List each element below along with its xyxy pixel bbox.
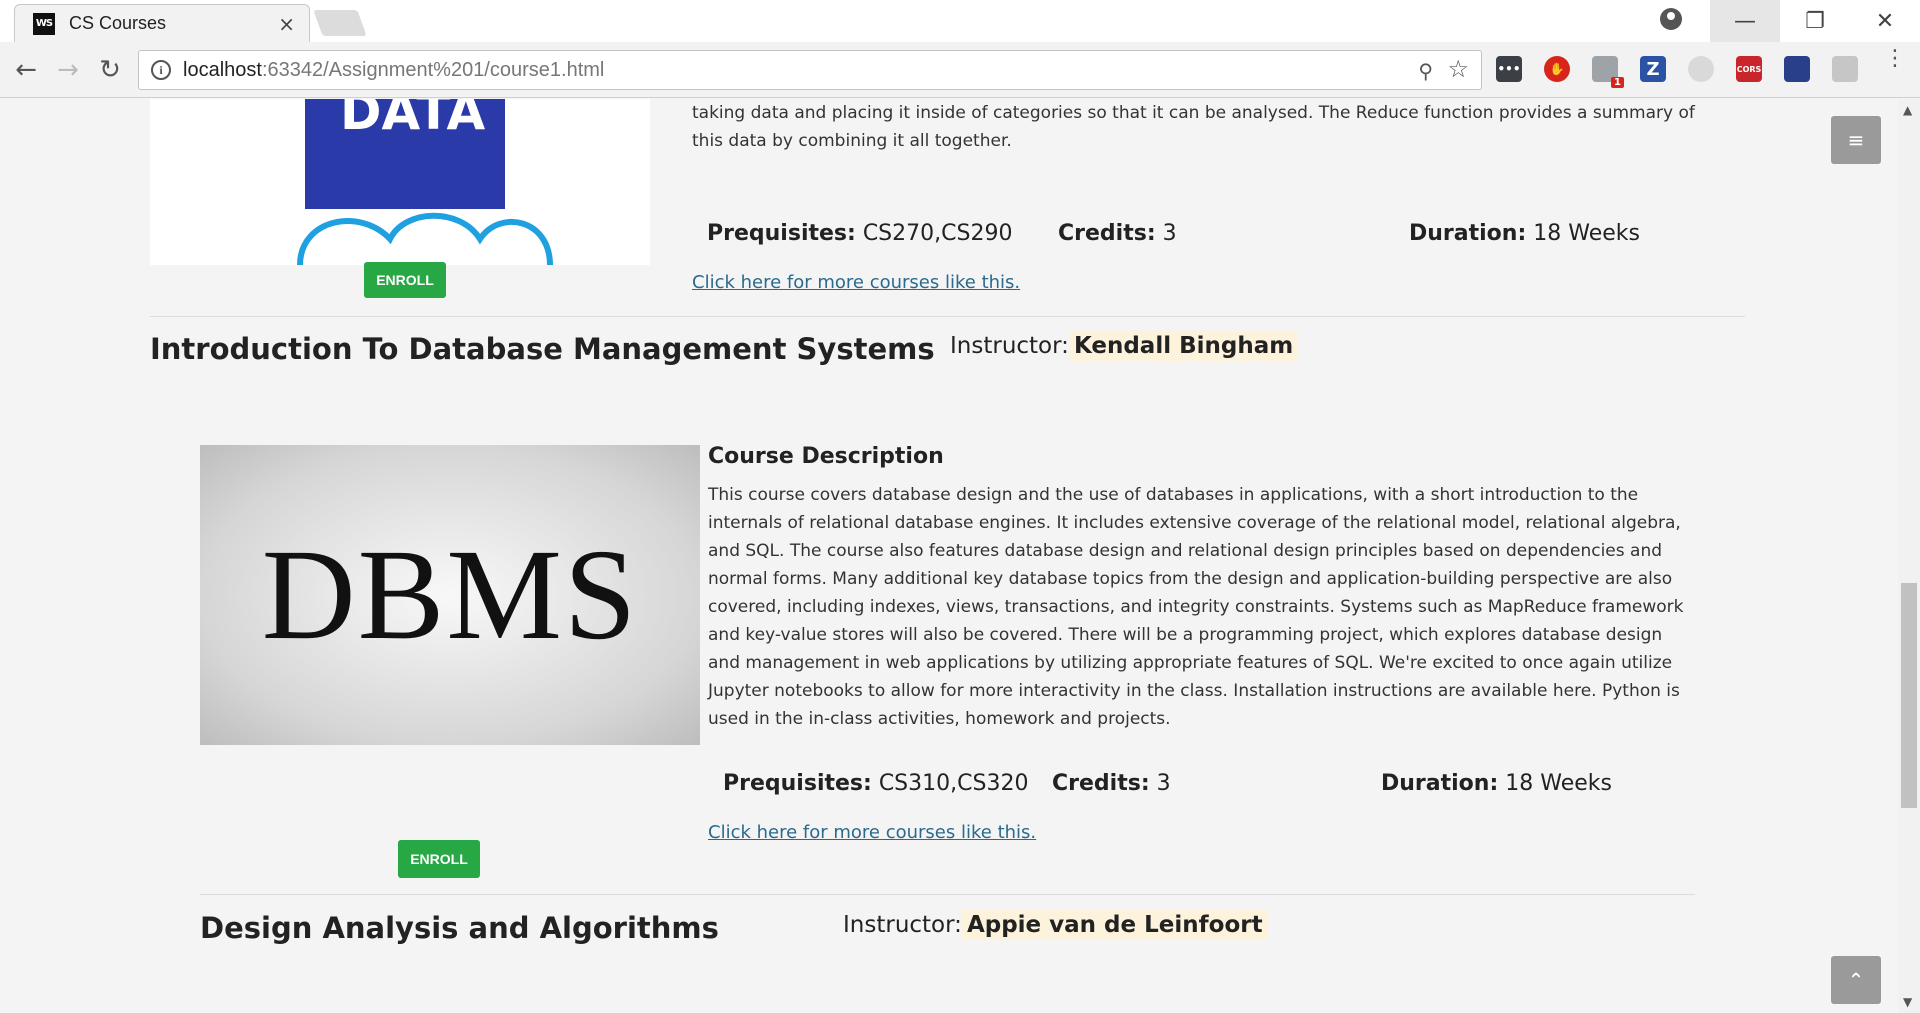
tab-close-icon[interactable]: ×	[278, 12, 295, 36]
profile-icon[interactable]	[1660, 8, 1682, 30]
course1-enroll-button[interactable]: ENROLL	[364, 262, 446, 298]
course2-more-courses-link[interactable]: Click here for more courses like this.	[708, 822, 1036, 843]
scroll-down-arrow-icon[interactable]: ▼	[1903, 995, 1912, 1009]
back-arrow-icon[interactable]: ←	[10, 54, 42, 86]
course3-instructor: Instructor: Appie van de Leinfoort	[843, 910, 1268, 940]
page-scrollbar[interactable]: ▲ ▼	[1898, 99, 1920, 1013]
hamburger-menu-button[interactable]: ≡	[1831, 116, 1881, 164]
browser-menu-icon[interactable]: ⋮	[1884, 48, 1906, 70]
course2-instructor-name: Kendall Bingham	[1068, 331, 1299, 361]
zotero-icon[interactable]: Z	[1640, 56, 1666, 82]
menu-icon: ≡	[1847, 128, 1865, 152]
extension-dots-icon[interactable]: •••	[1496, 56, 1522, 82]
course2-prerequisites: Prequisites: CS310,CS320	[723, 771, 1029, 796]
tab-strip: WS CS Courses × — ❐ ✕	[0, 0, 1920, 42]
bookmark-star-icon[interactable]: ☆	[1447, 55, 1469, 83]
svg-text:DATA: DATA	[340, 99, 486, 141]
data-cloud-illustration: DATA	[297, 99, 553, 265]
forward-arrow-icon[interactable]: →	[52, 54, 84, 86]
reload-icon[interactable]: ↻	[94, 54, 126, 86]
course2-instructor: Instructor: Kendall Bingham	[950, 331, 1299, 361]
extension-badge: 1	[1611, 77, 1624, 88]
scrollbar-thumb[interactable]	[1901, 583, 1917, 808]
browser-tab[interactable]: WS CS Courses ×	[14, 4, 310, 42]
browser-toolbar: ← → ↻ i localhost:63342/Assignment%201/c…	[0, 42, 1920, 98]
minimize-button[interactable]: —	[1710, 0, 1780, 42]
tab-title: CS Courses	[69, 13, 167, 33]
course1-more-courses-link[interactable]: Click here for more courses like this.	[692, 272, 1020, 293]
shield-extension-icon[interactable]: 1	[1592, 56, 1624, 88]
course1-credits: Credits: 3	[1058, 221, 1177, 246]
course2-credits: Credits: 3	[1052, 771, 1171, 796]
info-icon[interactable]: i	[151, 60, 171, 80]
url-text[interactable]: localhost:63342/Assignment%201/course1.h…	[183, 59, 604, 82]
close-window-button[interactable]: ✕	[1850, 0, 1920, 42]
course2-duration: Duration: 18 Weeks	[1381, 771, 1612, 796]
course2-description: This course covers database design and t…	[708, 485, 1684, 729]
scroll-up-arrow-icon[interactable]: ▲	[1903, 103, 1912, 117]
address-bar[interactable]: i localhost:63342/Assignment%201/course1…	[138, 50, 1482, 90]
adblock-icon[interactable]: ✋	[1544, 56, 1570, 82]
course2-enroll-button[interactable]: ENROLL	[398, 840, 480, 878]
chevron-up-icon: ⌃	[1847, 968, 1865, 992]
section-divider	[150, 316, 1745, 317]
course-image-data: DATA	[150, 99, 650, 265]
course-description-heading: Course Description	[708, 444, 944, 469]
webstorm-favicon-icon: WS	[33, 12, 55, 35]
hand-extension-icon[interactable]	[1832, 56, 1858, 82]
page-content: DATA taking data and placing it inside o…	[0, 99, 1898, 1013]
restore-button[interactable]: ❐	[1780, 0, 1850, 42]
course3-instructor-name: Appie van de Leinfoort	[961, 910, 1268, 940]
course-image-dbms: DBMS	[200, 445, 700, 745]
zoom-icon[interactable]: ⚲	[1418, 59, 1433, 83]
section-divider	[200, 894, 1695, 895]
dbms-image-text: DBMS	[261, 523, 639, 667]
chart-extension-icon[interactable]	[1784, 56, 1810, 82]
course1-description: taking data and placing it inside of cat…	[692, 103, 1695, 151]
scroll-to-top-button[interactable]: ⌃	[1831, 956, 1881, 1004]
new-tab-button[interactable]	[313, 10, 367, 36]
course2-title: Introduction To Database Management Syst…	[150, 332, 935, 366]
course1-prerequisites: Prequisites: CS270,CS290	[707, 221, 1013, 246]
course3-title: Design Analysis and Algorithms	[200, 911, 719, 945]
cors-extension-icon[interactable]: CORS	[1736, 56, 1762, 82]
course1-duration: Duration: 18 Weeks	[1409, 221, 1640, 246]
feather-extension-icon[interactable]	[1688, 56, 1714, 82]
